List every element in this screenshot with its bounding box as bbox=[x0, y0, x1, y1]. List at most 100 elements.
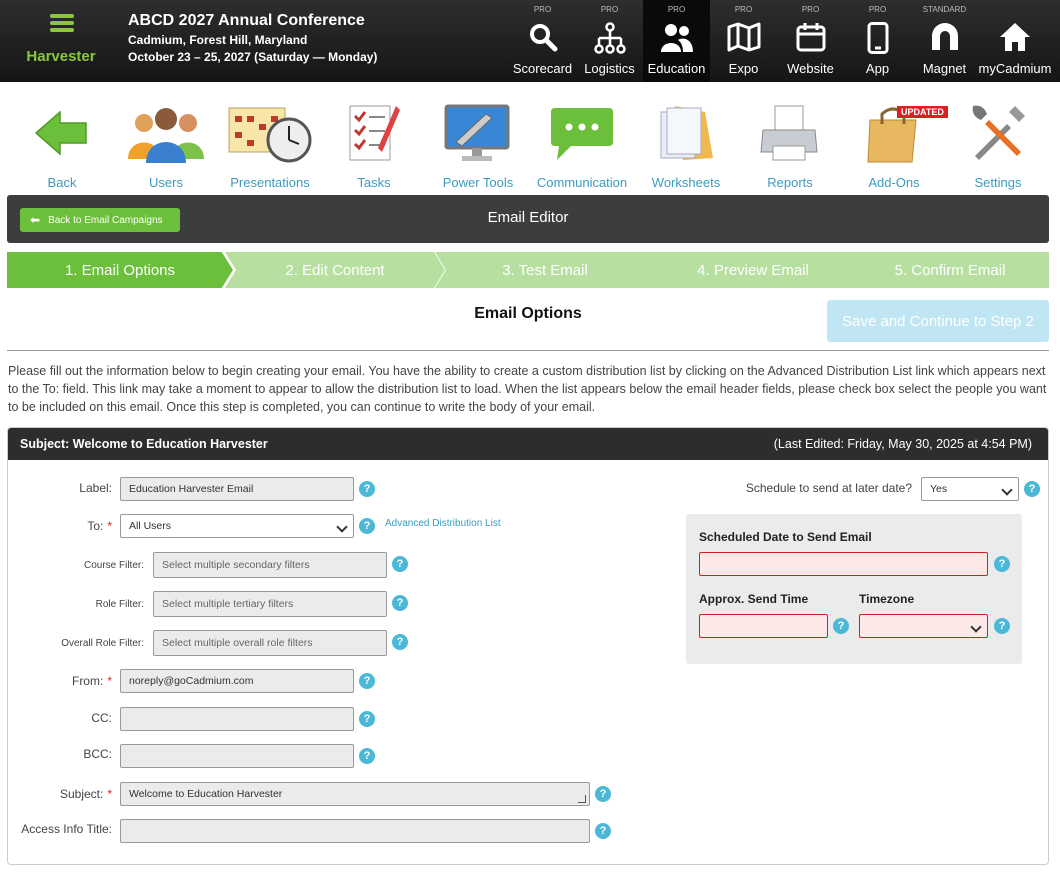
tool-communication[interactable]: Communication bbox=[530, 100, 634, 192]
help-icon[interactable]: ? bbox=[595, 786, 611, 802]
calendar-clock-icon bbox=[218, 100, 322, 166]
module-tier: PRO bbox=[734, 5, 753, 14]
send-time-input[interactable] bbox=[699, 614, 828, 638]
schedule-select[interactable]: Yes bbox=[921, 477, 1019, 501]
module-nav: PRO Scorecard PRO Logistics PRO Educatio… bbox=[509, 0, 1052, 82]
overall-role-filter-input[interactable]: Select multiple overall role filters bbox=[153, 630, 387, 656]
calendar-icon bbox=[777, 22, 844, 54]
tool-reports[interactable]: Reports bbox=[738, 100, 842, 192]
step-edit-content[interactable]: 2. Edit Content bbox=[225, 252, 445, 288]
role-filter-input[interactable]: Select multiple tertiary filters bbox=[153, 591, 387, 617]
module-label: Scorecard bbox=[512, 61, 573, 76]
tool-label: Presentations bbox=[230, 175, 310, 190]
cc-input[interactable] bbox=[120, 707, 354, 731]
from-input[interactable]: noreply@goCadmium.com bbox=[120, 669, 354, 693]
save-and-continue-button[interactable]: Save and Continue to Step 2 bbox=[827, 300, 1049, 342]
module-magnet[interactable]: STANDARD Magnet bbox=[911, 0, 978, 82]
required-mark: * bbox=[107, 787, 112, 801]
conference-info: ABCD 2027 Annual Conference Cadmium, For… bbox=[128, 12, 377, 64]
module-label: Education bbox=[647, 61, 706, 76]
module-app[interactable]: PRO App bbox=[844, 0, 911, 82]
tool-worksheets[interactable]: Worksheets bbox=[634, 100, 738, 192]
help-icon[interactable]: ? bbox=[833, 618, 849, 634]
help-icon[interactable]: ? bbox=[392, 595, 408, 611]
magnet-icon bbox=[911, 22, 978, 54]
required-mark: * bbox=[107, 519, 112, 533]
step-email-options[interactable]: 1. Email Options bbox=[7, 252, 233, 288]
help-icon[interactable]: ? bbox=[359, 673, 375, 689]
search-icon bbox=[509, 22, 576, 54]
brand-name: Harvester bbox=[26, 48, 96, 65]
help-icon[interactable]: ? bbox=[392, 634, 408, 650]
tool-label: Worksheets bbox=[651, 175, 721, 190]
module-tier: PRO bbox=[533, 5, 552, 14]
help-icon[interactable]: ? bbox=[595, 823, 611, 839]
module-website[interactable]: PRO Website bbox=[777, 0, 844, 82]
help-icon[interactable]: ? bbox=[392, 556, 408, 572]
advanced-distribution-list-link[interactable]: Advanced Distribution List bbox=[385, 518, 501, 529]
module-logistics[interactable]: PRO Logistics bbox=[576, 0, 643, 82]
panel-header: Subject: Welcome to Education Harvester … bbox=[8, 428, 1048, 460]
module-scorecard[interactable]: PRO Scorecard bbox=[509, 0, 576, 82]
scheduled-date-label: Scheduled Date to Send Email bbox=[699, 530, 872, 544]
help-icon[interactable]: ? bbox=[359, 748, 375, 764]
tool-users[interactable]: Users bbox=[114, 100, 218, 192]
people-icon bbox=[114, 100, 218, 166]
course-filter-input[interactable]: Select multiple secondary filters bbox=[153, 552, 387, 578]
tool-presentations[interactable]: Presentations bbox=[218, 100, 322, 192]
tool-label: Tasks bbox=[357, 175, 391, 190]
module-label: Expo bbox=[728, 61, 759, 76]
tool-add-ons[interactable]: UPDATED Add-Ons bbox=[842, 100, 948, 192]
to-label-text: To: bbox=[87, 519, 104, 533]
map-icon bbox=[710, 22, 777, 54]
help-icon[interactable]: ? bbox=[359, 518, 375, 534]
module-label: myCadmium bbox=[978, 61, 1052, 76]
bcc-input[interactable] bbox=[120, 744, 354, 768]
hamburger-menu-icon[interactable] bbox=[50, 14, 74, 32]
last-edited: (Last Edited: Friday, May 30, 2025 at 4:… bbox=[773, 437, 1032, 451]
module-label: Magnet bbox=[922, 61, 967, 76]
subject-input[interactable]: Welcome to Education Harvester bbox=[120, 782, 590, 806]
back-arrow-icon bbox=[10, 100, 114, 166]
resize-handle-icon[interactable] bbox=[578, 795, 586, 803]
timezone-label: Timezone bbox=[859, 592, 915, 606]
checklist-icon bbox=[322, 100, 426, 166]
users-icon bbox=[643, 22, 710, 54]
access-info-title-input[interactable] bbox=[120, 819, 590, 843]
module-education[interactable]: PRO Education bbox=[643, 0, 710, 82]
step-confirm-email[interactable]: 5. Confirm Email bbox=[851, 252, 1049, 288]
subject-field-label: Subject: * bbox=[20, 787, 112, 801]
help-icon[interactable]: ? bbox=[994, 618, 1010, 634]
tool-settings[interactable]: Settings bbox=[946, 100, 1050, 192]
module-expo[interactable]: PRO Expo bbox=[710, 0, 777, 82]
help-icon[interactable]: ? bbox=[359, 481, 375, 497]
tool-label: Communication bbox=[536, 175, 628, 190]
schedule-panel: Scheduled Date to Send Email ? Approx. S… bbox=[686, 514, 1022, 664]
brand[interactable]: Harvester bbox=[0, 0, 122, 82]
tool-power-tools[interactable]: Power Tools bbox=[426, 100, 530, 192]
tool-label: Users bbox=[149, 175, 183, 190]
help-icon[interactable]: ? bbox=[994, 556, 1010, 572]
wrench-screwdriver-icon bbox=[946, 100, 1050, 166]
scheduled-date-input[interactable] bbox=[699, 552, 988, 576]
tool-tasks[interactable]: Tasks bbox=[322, 100, 426, 192]
access-info-title-label: Access Info Title: bbox=[21, 822, 112, 836]
help-icon[interactable]: ? bbox=[359, 711, 375, 727]
to-select[interactable]: All Users bbox=[120, 514, 354, 538]
tool-back[interactable]: Back bbox=[10, 100, 114, 192]
schedule-label: Schedule to send at later date? bbox=[745, 481, 912, 495]
module-tier: PRO bbox=[600, 5, 619, 14]
step-test-email[interactable]: 3. Test Email bbox=[435, 252, 655, 288]
label-input[interactable]: Education Harvester Email bbox=[120, 477, 354, 501]
step-preview-email[interactable]: 4. Preview Email bbox=[643, 252, 863, 288]
updated-badge: UPDATED bbox=[897, 106, 948, 118]
conference-title: ABCD 2027 Annual Conference bbox=[128, 12, 365, 29]
divider bbox=[7, 350, 1049, 351]
help-icon[interactable]: ? bbox=[1024, 481, 1040, 497]
editor-header: ⬅ Back to Email Campaigns Email Editor bbox=[7, 195, 1049, 243]
subject-label-text: Subject: bbox=[59, 787, 104, 801]
module-mycadmium[interactable]: myCadmium bbox=[978, 0, 1052, 82]
timezone-select[interactable] bbox=[859, 614, 988, 638]
to-field-label: To: * bbox=[20, 519, 112, 533]
module-tier: PRO bbox=[801, 5, 820, 14]
